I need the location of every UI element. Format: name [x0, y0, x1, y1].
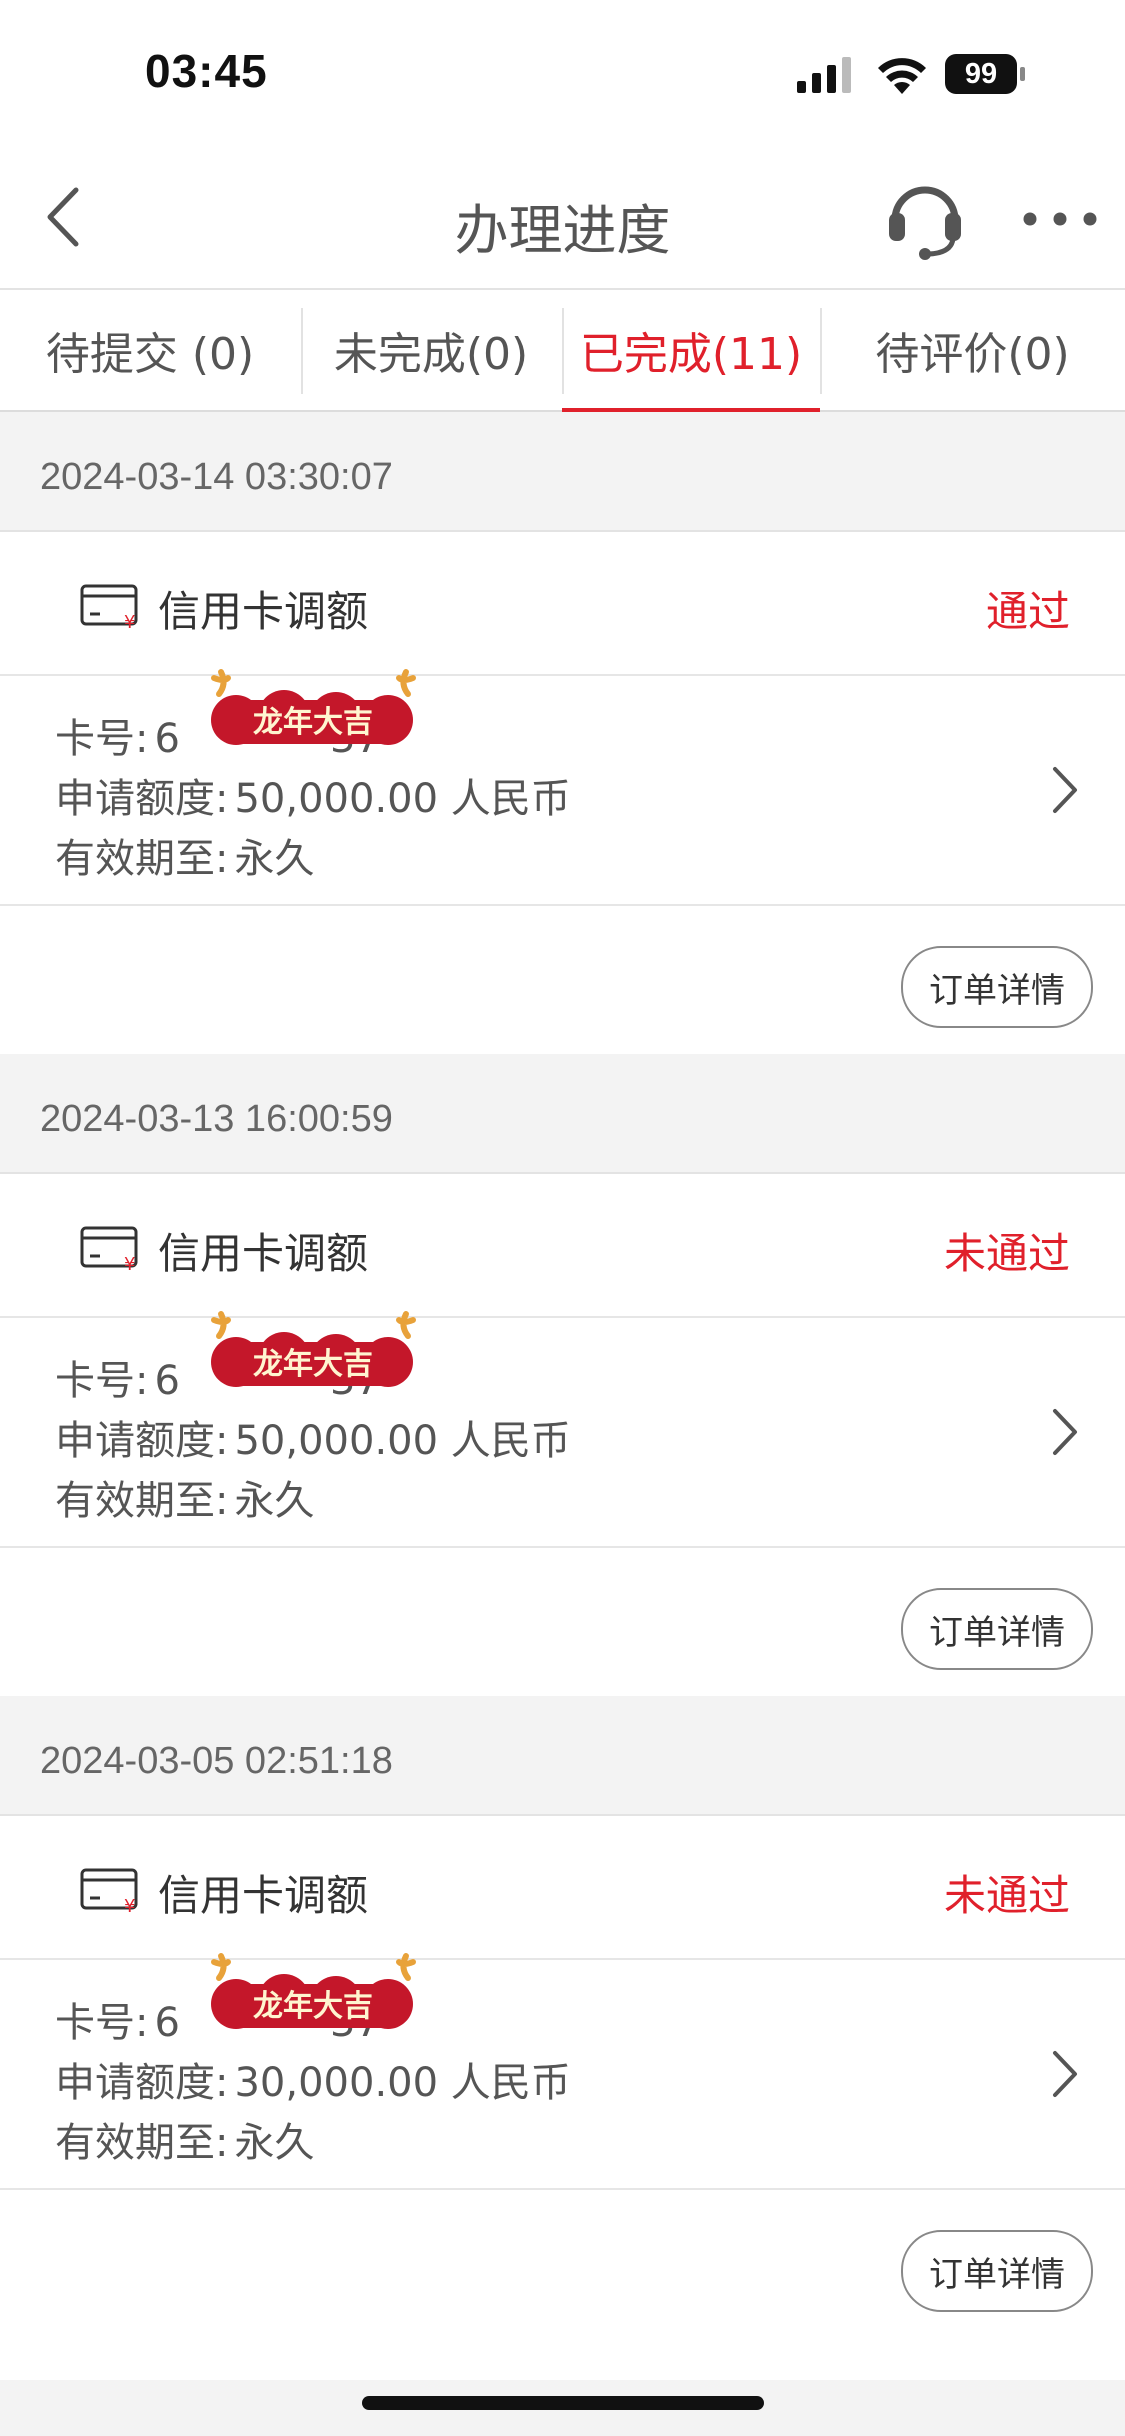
- battery-icon: 99: [945, 54, 1027, 94]
- order-detail-button[interactable]: 订单详情: [901, 946, 1093, 1028]
- svg-text:¥: ¥: [124, 612, 135, 630]
- status-tabs: 待提交 (0) 未完成(0) 已完成(11) 待评价(0): [0, 290, 1125, 412]
- valid-label: 有效期至:: [55, 836, 229, 882]
- nav-bar: 办理进度: [0, 150, 1125, 290]
- card-number-label: 卡号:: [55, 1358, 149, 1404]
- valid-label: 有效期至:: [55, 1478, 229, 1524]
- record-status: 未通过: [943, 1229, 1070, 1278]
- record-date: 2024-03-13 16:00:59: [40, 1098, 393, 1140]
- record-header[interactable]: ¥ 信用卡调额 通过: [0, 532, 1125, 676]
- record-type: 信用卡调额: [158, 1871, 369, 1920]
- order-detail-button[interactable]: 订单详情: [901, 2230, 1093, 2312]
- credit-card-icon: ¥: [80, 1868, 138, 1914]
- valid-line: 有效期至: 永久: [55, 826, 314, 884]
- record-type: 信用卡调额: [158, 587, 369, 636]
- amount-line: 申请额度: 30,000.00 人民币: [55, 2050, 571, 2108]
- order-detail-button[interactable]: 订单详情: [901, 1588, 1093, 1670]
- credit-card-icon: ¥: [80, 1226, 138, 1272]
- credit-card-icon: ¥: [80, 584, 138, 630]
- record-info[interactable]: 卡号:637 申请额度:30,000.00 人民币 有效期至:永久 龙年大吉: [0, 1953, 1125, 2190]
- valid-value: 永久: [234, 2120, 315, 2166]
- status-time: 03:45: [145, 45, 268, 97]
- amount-line: 申请额度: 50,000.00 人民币: [55, 766, 571, 824]
- home-indicator[interactable]: [362, 2396, 764, 2410]
- amount-label: 申请额度:: [55, 776, 229, 822]
- tab-pending-review[interactable]: 待评价(0): [820, 290, 1125, 410]
- record-card: 2024-03-05 02:51:18 ¥ 信用卡调额 未通过 卡号:637 申…: [0, 1696, 1125, 2380]
- sticker-text: 龙年大吉: [253, 705, 373, 740]
- valid-value: 永久: [234, 836, 315, 882]
- record-type: 信用卡调额: [158, 1229, 369, 1278]
- chevron-right-icon[interactable]: [1050, 2048, 1080, 2100]
- svg-text:¥: ¥: [124, 1896, 135, 1914]
- dragon-year-sticker: 龙年大吉: [211, 1953, 416, 2029]
- record-date-row: 2024-03-14 03:30:07: [0, 412, 1125, 532]
- record-actions: 订单详情: [0, 1548, 1125, 1708]
- customer-service-icon[interactable]: [885, 175, 965, 260]
- card-number-prefix: 6: [154, 1358, 180, 1404]
- amount-label: 申请额度:: [55, 2060, 229, 2106]
- status-bar: 03:45 99: [0, 0, 1125, 150]
- record-header[interactable]: ¥ 信用卡调额 未通过: [0, 1174, 1125, 1318]
- chevron-right-icon[interactable]: [1050, 1406, 1080, 1458]
- dragon-year-sticker: 龙年大吉: [211, 669, 416, 745]
- sticker-text: 龙年大吉: [253, 1347, 373, 1382]
- record-card: 2024-03-13 16:00:59 ¥ 信用卡调额 未通过 卡号:637 申…: [0, 1054, 1125, 1708]
- tab-pending-submit[interactable]: 待提交 (0): [0, 290, 300, 410]
- amount-label: 申请额度:: [55, 1418, 229, 1464]
- record-date-row: 2024-03-05 02:51:18: [0, 1696, 1125, 1816]
- valid-label: 有效期至:: [55, 2120, 229, 2166]
- record-info[interactable]: 卡号:637 申请额度:50,000.00 人民币 有效期至:永久 龙年大吉: [0, 1311, 1125, 1548]
- record-info[interactable]: 卡号:637 申请额度:50,000.00 人民币 有效期至:永久 龙年大吉: [0, 669, 1125, 906]
- wifi-icon: [878, 58, 926, 94]
- tab-incomplete[interactable]: 未完成(0): [300, 290, 562, 410]
- card-number-prefix: 6: [154, 716, 180, 762]
- record-card: 2024-03-14 03:30:07 ¥ 信用卡调额 通过 卡号:637 申请…: [0, 412, 1125, 1066]
- amount-value: 30,000.00 人民币: [234, 2060, 571, 2106]
- record-header[interactable]: ¥ 信用卡调额 未通过: [0, 1816, 1125, 1960]
- amount-value: 50,000.00 人民币: [234, 776, 571, 822]
- record-date: 2024-03-05 02:51:18: [40, 1740, 393, 1782]
- card-number-label: 卡号:: [55, 2000, 149, 2046]
- record-status: 通过: [985, 587, 1070, 636]
- sticker-text: 龙年大吉: [253, 1989, 373, 2024]
- chevron-right-icon[interactable]: [1050, 764, 1080, 816]
- record-actions: 订单详情: [0, 2190, 1125, 2380]
- tab-completed[interactable]: 已完成(11): [562, 290, 820, 412]
- valid-line: 有效期至: 永久: [55, 2110, 314, 2168]
- valid-line: 有效期至: 永久: [55, 1468, 314, 1526]
- card-number-label: 卡号:: [55, 716, 149, 762]
- cellular-signal-icon: [797, 57, 851, 93]
- record-date-row: 2024-03-13 16:00:59: [0, 1054, 1125, 1174]
- record-date: 2024-03-14 03:30:07: [40, 456, 393, 498]
- record-actions: 订单详情: [0, 906, 1125, 1066]
- more-options-icon[interactable]: [1020, 205, 1100, 233]
- battery-level: 99: [945, 54, 1017, 94]
- amount-value: 50,000.00 人民币: [234, 1418, 571, 1464]
- card-number-prefix: 6: [154, 2000, 180, 2046]
- valid-value: 永久: [234, 1478, 315, 1524]
- amount-line: 申请额度: 50,000.00 人民币: [55, 1408, 571, 1466]
- svg-text:¥: ¥: [124, 1254, 135, 1272]
- dragon-year-sticker: 龙年大吉: [211, 1311, 416, 1387]
- record-status: 未通过: [943, 1871, 1070, 1920]
